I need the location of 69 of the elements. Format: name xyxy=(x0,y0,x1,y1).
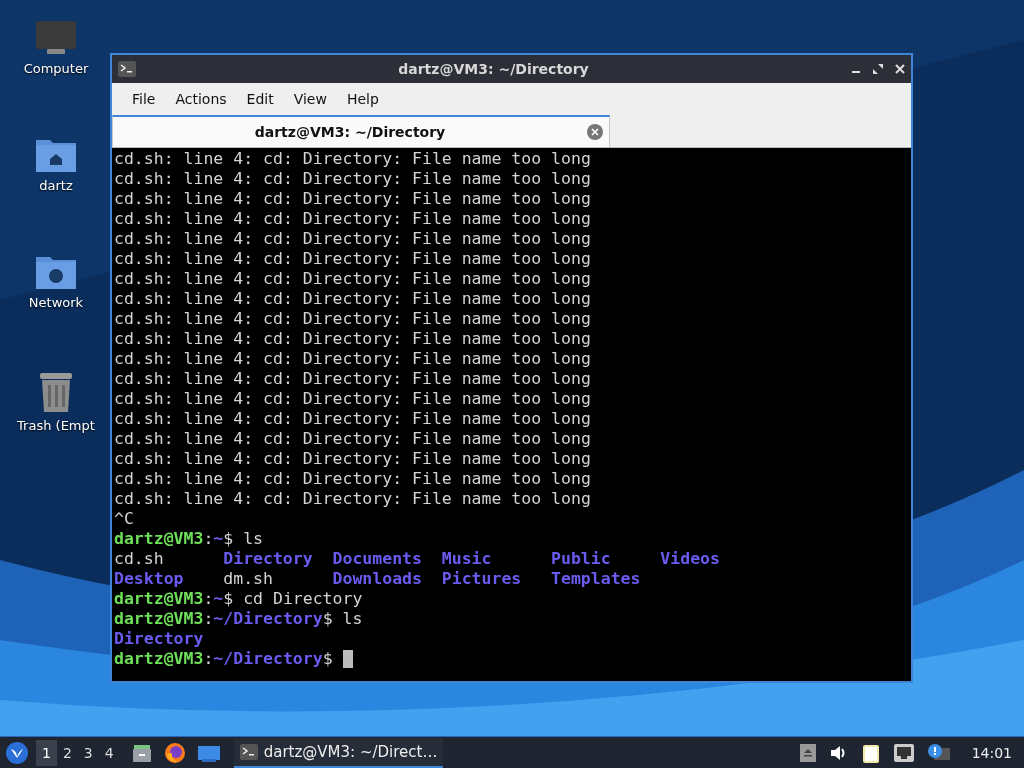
eject-icon[interactable] xyxy=(799,743,816,762)
notification-icon[interactable] xyxy=(927,743,950,762)
file-name: cd.sh xyxy=(114,549,164,568)
terminal-line: cd.sh: line 4: cd: Directory: File name too long xyxy=(114,169,591,189)
desktop-icon-label[interactable]: dartz xyxy=(39,178,73,193)
file-name: Documents xyxy=(332,549,422,568)
terminal-line: cd.sh: line 4: cd: Directory: File name too long xyxy=(114,349,591,369)
terminal-line: cd.sh: line 4: cd: Directory: File name too long xyxy=(114,469,591,489)
terminal-line: cd.sh: line 4: cd: Directory: File name too long xyxy=(114,229,591,249)
close-icon[interactable] xyxy=(895,64,905,74)
desktop-icon-label[interactable]: Trash (Empt xyxy=(17,418,95,433)
clipboard-icon[interactable] xyxy=(861,742,880,763)
terminal-tab[interactable]: dartz@VM3: ~/Directory xyxy=(112,115,610,147)
terminal-line: cd.sh: line 4: cd: Directory: File name too long xyxy=(114,409,591,429)
file-name: Desktop xyxy=(114,569,184,588)
desktop-icon-label[interactable]: Computer xyxy=(23,61,89,76)
monitor-icon[interactable] xyxy=(35,20,77,56)
file-name: dm.sh xyxy=(223,569,273,588)
window-title: dartz@VM3: ~/Directory xyxy=(397,61,590,77)
home-folder-icon[interactable] xyxy=(35,137,77,173)
file-name: Directory xyxy=(114,629,204,648)
terminal-icon xyxy=(118,61,136,77)
terminal-line: cd.sh: line 4: cd: Directory: File name too long xyxy=(114,209,591,229)
browser-icon[interactable] xyxy=(163,741,186,764)
taskbar-window-button[interactable]: dartz@VM3: ~/Direct… xyxy=(233,737,444,768)
file-name: Public xyxy=(551,549,611,568)
terminal-line: cd.sh: line 4: cd: Directory: File name too long xyxy=(114,189,591,209)
file-cabinet-icon[interactable] xyxy=(131,742,152,763)
terminal-line: dartz@VM3:~$ ls xyxy=(114,529,264,549)
menu-item[interactable]: Edit xyxy=(236,90,284,107)
file-name: Downloads xyxy=(332,569,422,588)
workspace-button[interactable]: 4 xyxy=(98,739,120,766)
terminal-line: cd.sh: line 4: cd: Directory: File name too long xyxy=(114,269,591,289)
terminal-line: cd.sh: line 4: cd: Directory: File name too long xyxy=(114,489,591,509)
terminal-icon xyxy=(239,743,258,760)
maximize-icon[interactable] xyxy=(873,64,883,74)
terminal-line: cd.sh: line 4: cd: Directory: File name too long xyxy=(114,289,591,309)
file-name: Music xyxy=(441,549,492,568)
terminal-line: cd.sh: line 4: cd: Directory: File name too long xyxy=(114,309,591,329)
terminal-line: cd.sh: line 4: cd: Directory: File name too long xyxy=(114,149,591,169)
terminal-line: cd.sh: line 4: cd: Directory: File name too long xyxy=(114,369,591,389)
terminal-line: cd.sh: line 4: cd: Directory: File name too long xyxy=(114,329,591,349)
file-name: Templates xyxy=(551,569,641,588)
terminal-line: cd.sh: line 4: cd: Directory: File name too long xyxy=(114,389,591,409)
file-name: Videos xyxy=(660,549,720,568)
menu-item[interactable]: Help xyxy=(336,90,389,107)
network-port-icon[interactable] xyxy=(893,743,914,762)
terminal-line: cd.sh: line 4: cd: Directory: File name too long xyxy=(114,449,591,469)
workspace-button[interactable]: 2 xyxy=(56,739,78,766)
start-menu-icon[interactable] xyxy=(6,741,28,764)
terminal-line: dartz@VM3:~$ cd Directory xyxy=(114,589,363,609)
file-name: Directory xyxy=(223,549,313,568)
terminal-line: dartz@VM3:~/Directory$ xyxy=(114,649,333,669)
menu-item[interactable]: View xyxy=(283,90,337,107)
terminal-line: ^C xyxy=(114,509,134,529)
close-tab-icon[interactable] xyxy=(587,124,603,140)
menu-item[interactable]: File xyxy=(122,90,166,107)
network-folder-icon[interactable] xyxy=(35,254,77,290)
workspace-button[interactable]: 1 xyxy=(36,739,57,766)
menu-item[interactable]: Actions xyxy=(165,90,237,107)
terminal-line: cd.sh: line 4: cd: Directory: File name too long xyxy=(114,249,591,269)
terminal-line: dartz@VM3:~/Directory$ ls xyxy=(114,609,363,629)
file-name: Pictures xyxy=(441,569,522,588)
desktop-icon-label[interactable]: Network xyxy=(28,295,84,310)
terminal-line: cd.sh: line 4: cd: Directory: File name too long xyxy=(114,429,591,449)
trash-icon[interactable] xyxy=(38,371,74,413)
workspace-button[interactable]: 3 xyxy=(77,739,99,766)
show-desktop-icon[interactable] xyxy=(197,743,220,762)
clock[interactable]: 14:01 xyxy=(971,744,1012,761)
